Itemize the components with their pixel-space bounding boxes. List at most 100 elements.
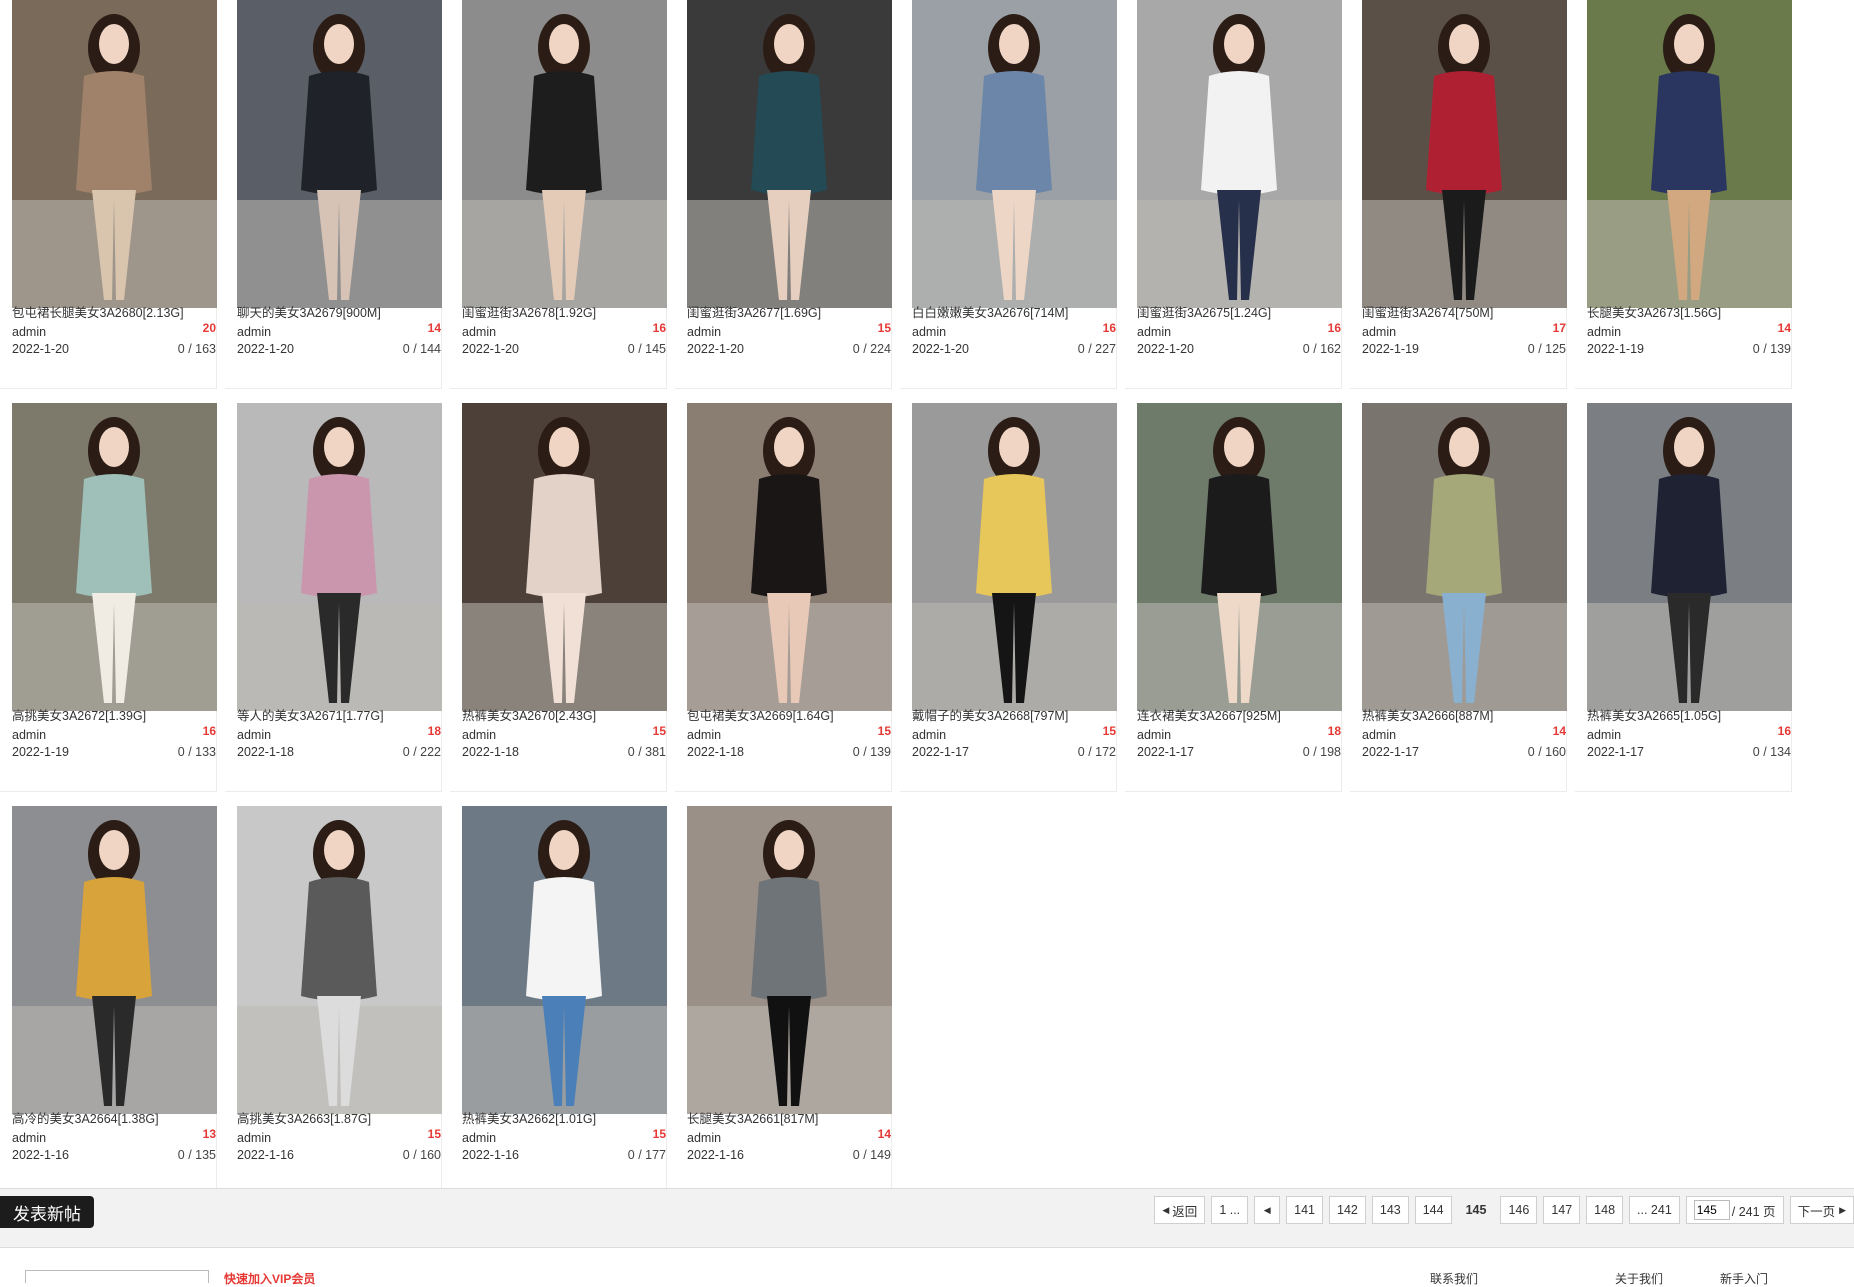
thread-thumbnail[interactable] <box>12 806 217 1114</box>
thread-title[interactable]: 热裤美女3A2662[1.01G] <box>462 1108 667 1127</box>
thread-card[interactable]: 高挑美女3A2663[1.87G] admin 15 2022-1-16 0 / 160 <box>225 806 442 1195</box>
thread-title[interactable]: 白白嫩嫩美女3A2676[714M] <box>912 302 1117 321</box>
thread-thumbnail[interactable] <box>462 0 667 308</box>
prev-page-button[interactable]: ◀ <box>1254 1196 1281 1224</box>
thread-thumbnail[interactable] <box>912 0 1117 308</box>
thread-thumbnail[interactable] <box>1137 403 1342 711</box>
vip-join-link[interactable]: 快速加入VIP会员 <box>224 1270 315 1287</box>
page-148[interactable]: 148 <box>1586 1196 1624 1224</box>
thread-title[interactable]: 闺蜜逛街3A2678[1.92G] <box>462 302 667 321</box>
thread-author[interactable]: admin <box>237 325 271 339</box>
thread-card[interactable]: 白白嫩嫩美女3A2676[714M] admin 16 2022-1-20 0 / 22… <box>900 0 1117 389</box>
thread-author[interactable]: admin <box>12 1131 46 1145</box>
thread-title[interactable]: 聊天的美女3A2679[900M] <box>237 302 442 321</box>
back-button[interactable]: ◀ 返回 <box>1154 1196 1206 1224</box>
thread-title[interactable]: 闺蜜逛街3A2677[1.69G] <box>687 302 892 321</box>
thread-author[interactable]: admin <box>912 728 946 742</box>
thread-title[interactable]: 闺蜜逛街3A2674[750M] <box>1362 302 1567 321</box>
thread-card[interactable]: 高挑美女3A2672[1.39G] admin 16 2022-1-19 0 / 133 <box>0 403 217 792</box>
page-147[interactable]: 147 <box>1543 1196 1581 1224</box>
thread-card[interactable]: 长腿美女3A2661[817M] admin 14 2022-1-16 0 / 149 <box>675 806 892 1195</box>
thread-card[interactable]: 闺蜜逛街3A2678[1.92G] admin 16 2022-1-20 0 / 145 <box>450 0 667 389</box>
thread-thumbnail[interactable] <box>237 403 442 711</box>
thread-thumbnail[interactable] <box>237 0 442 308</box>
thread-card[interactable]: 连衣裙美女3A2667[925M] admin 18 2022-1-17 0 / 198 <box>1125 403 1342 792</box>
thread-thumbnail[interactable] <box>1587 403 1792 711</box>
footer-link-contact[interactable]: 联系我们 <box>1430 1270 1478 1287</box>
footer-link-newbie[interactable]: 新手入门 <box>1720 1270 1768 1287</box>
thread-thumbnail[interactable] <box>1362 0 1567 308</box>
thread-author[interactable]: admin <box>687 325 721 339</box>
thread-title[interactable]: 包屯裙长腿美女3A2680[2.13G] <box>12 302 217 321</box>
thread-author[interactable]: admin <box>687 1131 721 1145</box>
thread-title[interactable]: 高挑美女3A2672[1.39G] <box>12 705 217 724</box>
thread-author[interactable]: admin <box>462 728 496 742</box>
thread-card[interactable]: 高冷的美女3A2664[1.38G] admin 13 2022-1-16 0 / 13… <box>0 806 217 1195</box>
thread-title[interactable]: 包屯裙美女3A2669[1.64G] <box>687 705 892 724</box>
thread-thumbnail[interactable] <box>462 403 667 711</box>
thread-author[interactable]: admin <box>462 1131 496 1145</box>
thread-thumbnail[interactable] <box>1587 0 1792 308</box>
new-post-button[interactable]: 发表新帖 <box>0 1196 94 1228</box>
thread-thumbnail[interactable] <box>687 806 892 1114</box>
thread-title[interactable]: 高挑美女3A2663[1.87G] <box>237 1108 442 1127</box>
thread-author[interactable]: admin <box>12 325 46 339</box>
thread-author[interactable]: admin <box>1362 325 1396 339</box>
thread-card[interactable]: 长腿美女3A2673[1.56G] admin 14 2022-1-19 0 / 139 <box>1575 0 1792 389</box>
thread-thumbnail[interactable] <box>12 403 217 711</box>
page-142[interactable]: 142 <box>1329 1196 1366 1224</box>
thread-author[interactable]: admin <box>1362 728 1396 742</box>
thread-author[interactable]: admin <box>1587 728 1621 742</box>
thread-author[interactable]: admin <box>12 728 46 742</box>
thread-author[interactable]: admin <box>237 1131 271 1145</box>
thread-title[interactable]: 闺蜜逛街3A2675[1.24G] <box>1137 302 1342 321</box>
thread-author[interactable]: admin <box>462 325 496 339</box>
page-146[interactable]: 146 <box>1500 1196 1538 1224</box>
thread-thumbnail[interactable] <box>687 403 892 711</box>
thread-author[interactable]: admin <box>1587 325 1621 339</box>
thread-title[interactable]: 长腿美女3A2661[817M] <box>687 1108 892 1127</box>
thread-title[interactable]: 等人的美女3A2671[1.77G] <box>237 705 442 724</box>
thread-author[interactable]: admin <box>1137 325 1171 339</box>
thread-thumbnail[interactable] <box>237 806 442 1114</box>
page-last[interactable]: ... 241 <box>1629 1196 1680 1224</box>
thread-title[interactable]: 热裤美女3A2665[1.05G] <box>1587 705 1792 724</box>
thread-author[interactable]: admin <box>687 728 721 742</box>
image-count-badge: 16 <box>1102 321 1116 335</box>
thread-title[interactable]: 长腿美女3A2673[1.56G] <box>1587 302 1792 321</box>
page-141[interactable]: 141 <box>1286 1196 1324 1224</box>
next-page-button[interactable]: 下一页 ▶ <box>1789 1196 1854 1224</box>
thread-thumbnail[interactable] <box>462 806 667 1114</box>
thread-title[interactable]: 热裤美女3A2666[887M] <box>1362 705 1567 724</box>
thread-thumbnail[interactable] <box>912 403 1117 711</box>
page-143[interactable]: 143 <box>1371 1196 1409 1224</box>
thread-author[interactable]: admin <box>1137 728 1171 742</box>
thread-thumbnail[interactable] <box>687 0 892 308</box>
thread-author[interactable]: admin <box>912 325 946 339</box>
thread-card[interactable]: 聊天的美女3A2679[900M] admin 14 2022-1-20 0 / 144 <box>225 0 442 389</box>
thread-title[interactable]: 连衣裙美女3A2667[925M] <box>1137 705 1342 724</box>
thread-title[interactable]: 热裤美女3A2670[2.43G] <box>462 705 667 724</box>
page-jump-input[interactable] <box>1693 1200 1730 1220</box>
page-first[interactable]: 1 ... <box>1211 1196 1249 1224</box>
thread-card[interactable]: 闺蜜逛街3A2675[1.24G] admin 16 2022-1-20 0 / 162 <box>1125 0 1342 389</box>
thread-card[interactable]: 热裤美女3A2670[2.43G] admin 15 2022-1-18 0 / 381 <box>450 403 667 792</box>
thread-title[interactable]: 戴帽子的美女3A2668[797M] <box>912 705 1117 724</box>
thread-card[interactable]: 闺蜜逛街3A2674[750M] admin 17 2022-1-19 0 / 125 <box>1350 0 1567 389</box>
thread-card[interactable]: 包屯裙长腿美女3A2680[2.13G] admin 20 2022-1-20 0 / … <box>0 0 217 389</box>
thread-thumbnail[interactable] <box>1137 0 1342 308</box>
thread-thumbnail[interactable] <box>12 0 217 308</box>
thread-card[interactable]: 热裤美女3A2665[1.05G] admin 16 2022-1-17 0 / 134 <box>1575 403 1792 792</box>
page-144[interactable]: 144 <box>1414 1196 1452 1224</box>
reply-view-stats: 0 / 172 <box>1077 745 1116 759</box>
thread-title[interactable]: 高冷的美女3A2664[1.38G] <box>12 1108 217 1127</box>
thread-author[interactable]: admin <box>237 728 271 742</box>
thread-card[interactable]: 热裤美女3A2662[1.01G] admin 15 2022-1-16 0 / 177 <box>450 806 667 1195</box>
thread-card[interactable]: 包屯裙美女3A2669[1.64G] admin 15 2022-1-18 0 / 13… <box>675 403 892 792</box>
thread-card[interactable]: 热裤美女3A2666[887M] admin 14 2022-1-17 0 / 160 <box>1350 403 1567 792</box>
thread-card[interactable]: 戴帽子的美女3A2668[797M] admin 15 2022-1-17 0 / 17… <box>900 403 1117 792</box>
thread-thumbnail[interactable] <box>1362 403 1567 711</box>
thread-card[interactable]: 闺蜜逛街3A2677[1.69G] admin 15 2022-1-20 0 / 224 <box>675 0 892 389</box>
footer-link-about[interactable]: 关于我们 <box>1615 1270 1663 1287</box>
thread-card[interactable]: 等人的美女3A2671[1.77G] admin 18 2022-1-18 0 / 22… <box>225 403 442 792</box>
